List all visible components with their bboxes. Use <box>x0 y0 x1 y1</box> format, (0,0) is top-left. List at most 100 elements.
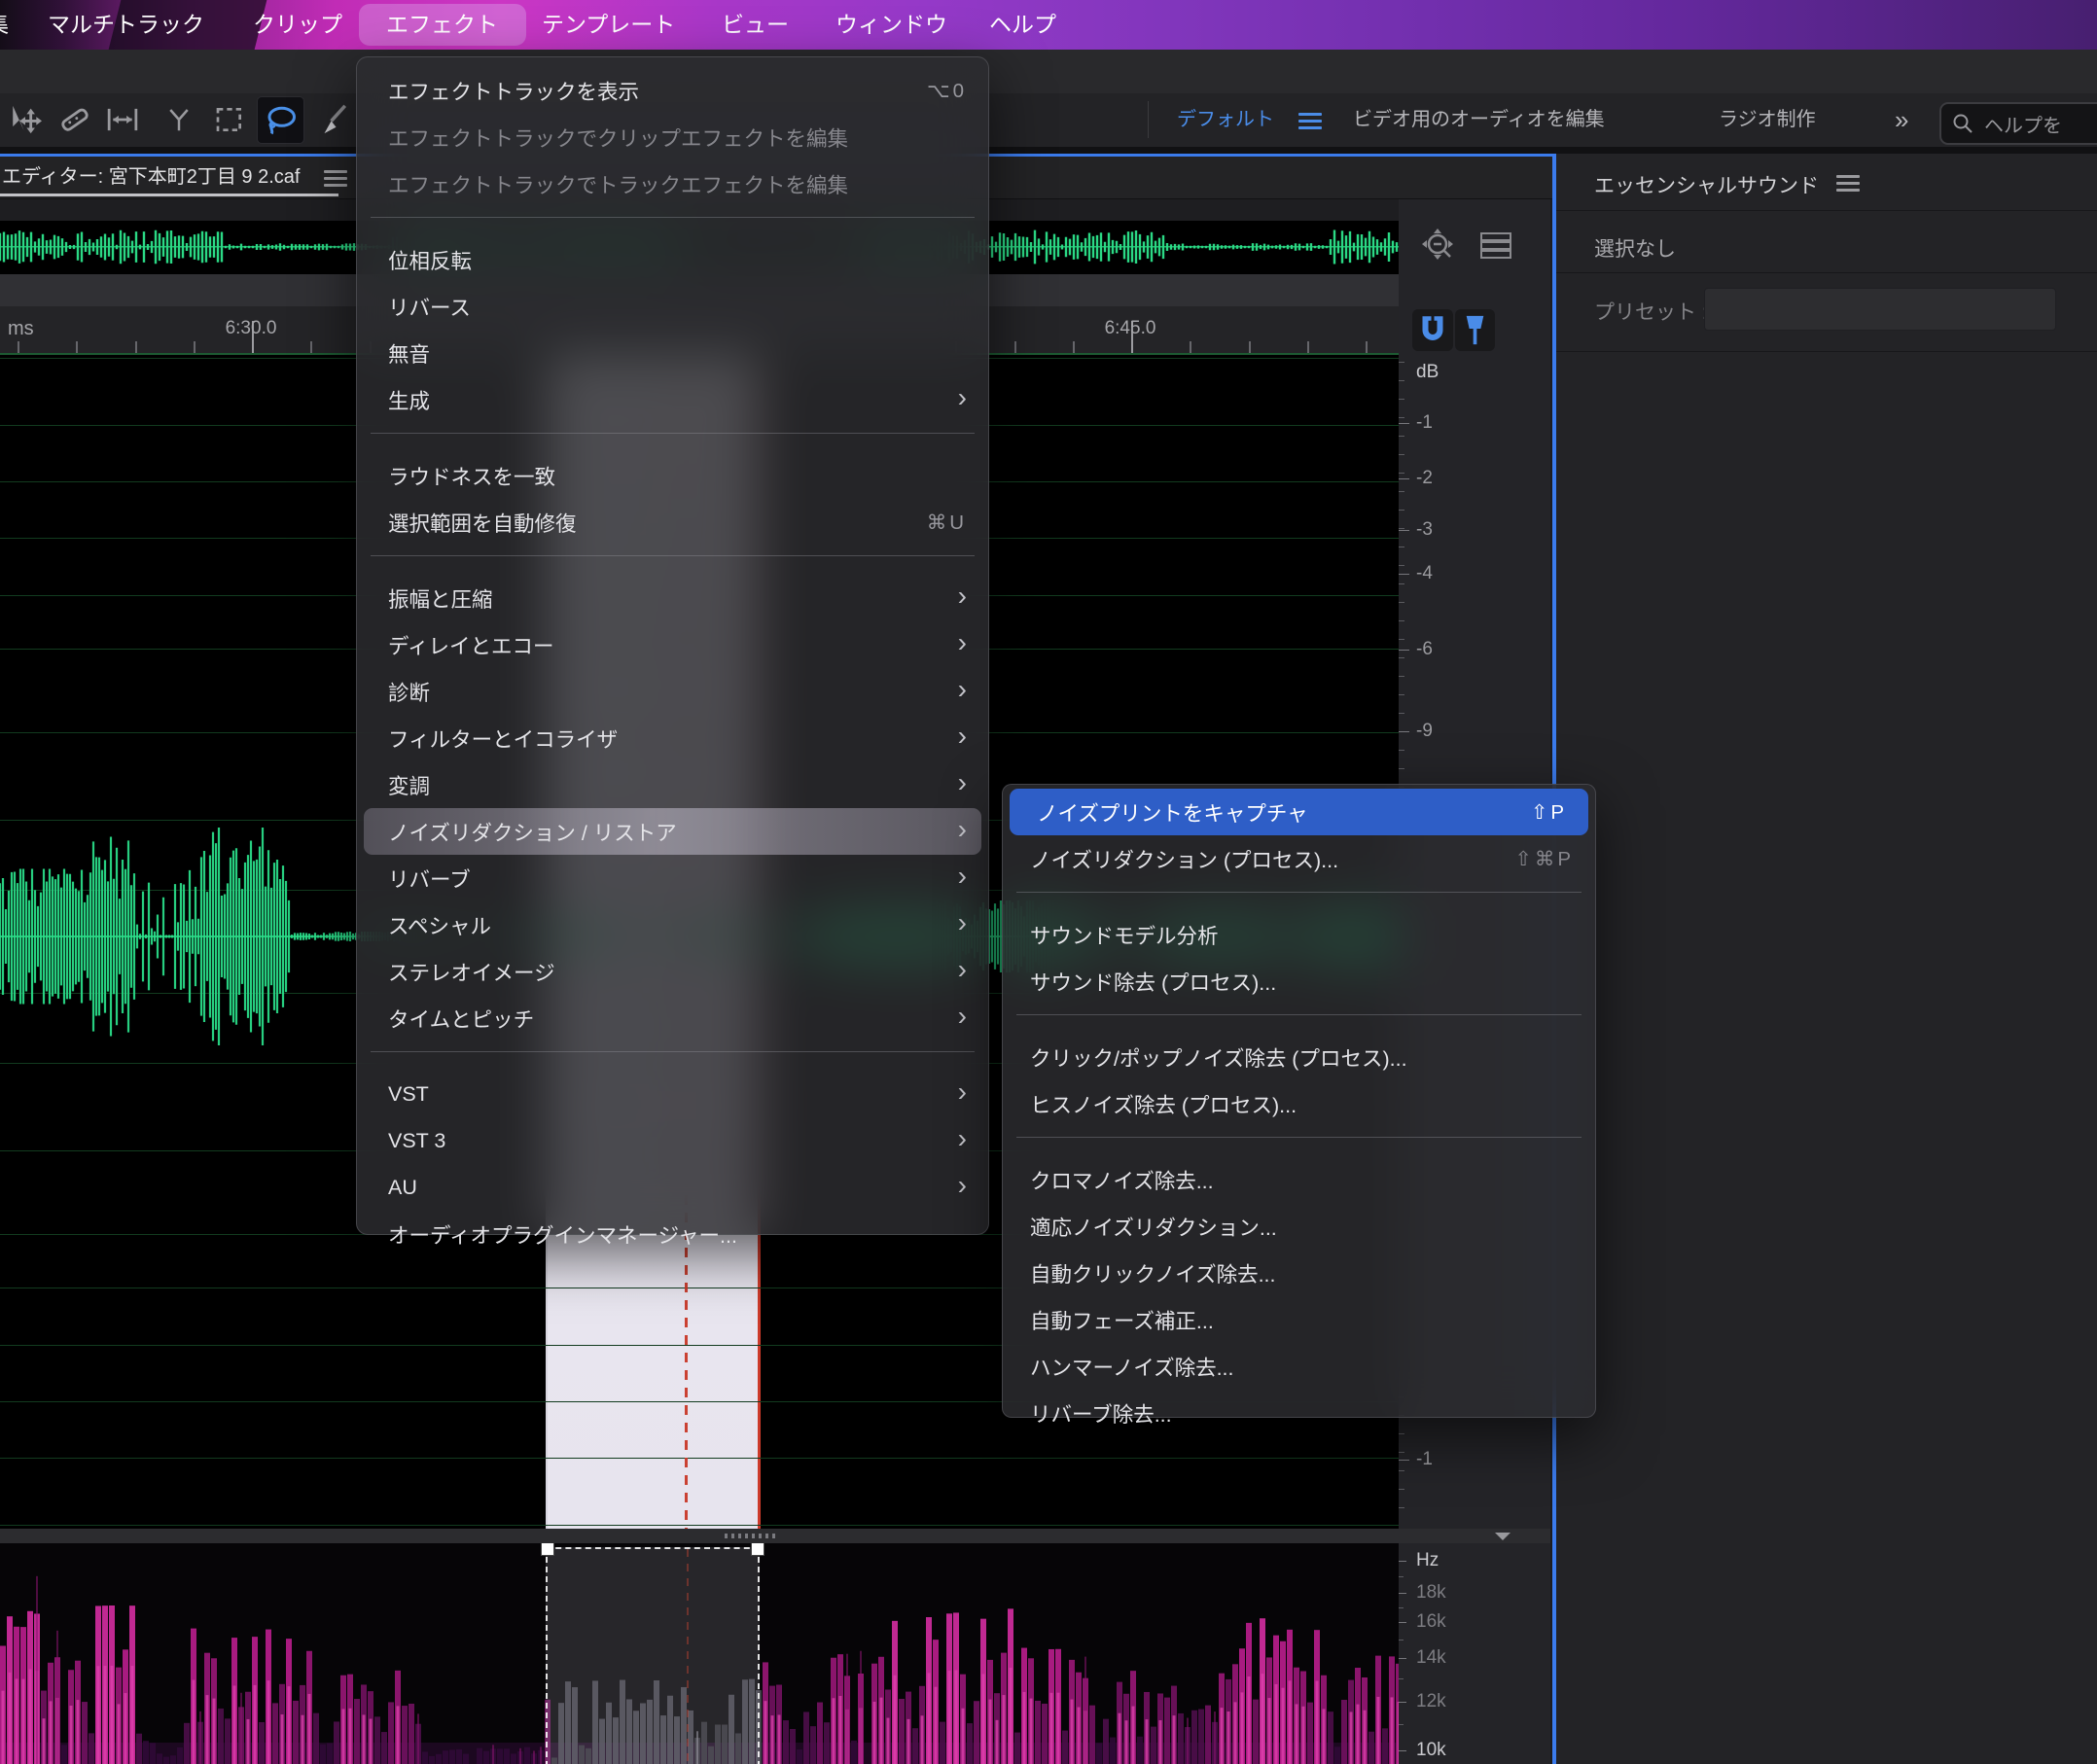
menu-item-shortcut: ⌥0 <box>927 79 967 103</box>
menu-item-label: 無音 <box>388 338 430 369</box>
noise-submenu-item-10[interactable]: 適応ノイズリダクション... <box>1003 1203 1595 1250</box>
effects-menu-item-9[interactable]: ラウドネスを一致 <box>357 452 988 499</box>
menu-item-label: ヒスノイズ除去 (プロセス)... <box>1030 1089 1297 1119</box>
effects-menu-item-17[interactable]: ノイズリダクション / リストア› <box>364 808 981 855</box>
noise-submenu-item-4[interactable]: サウンド除去 (プロセス)... <box>1003 958 1595 1005</box>
workspace-menu-icon[interactable] <box>1298 113 1322 129</box>
slip-tool-button[interactable] <box>99 96 145 142</box>
menu-item-label: クロマノイズ除去... <box>1030 1165 1214 1195</box>
effects-menu-item-4[interactable]: 位相反転 <box>357 236 988 283</box>
selection-handle[interactable] <box>541 1543 554 1556</box>
preset-dropdown[interactable] <box>1704 288 2056 331</box>
menubar-item-5[interactable]: ビュー <box>722 0 789 50</box>
effects-menu-item-5[interactable]: リバース <box>357 283 988 330</box>
ruler-tick <box>310 341 312 353</box>
submenu-arrow-icon: › <box>958 769 967 796</box>
workspace-tab-default[interactable]: デフォルト <box>1177 93 1274 147</box>
noise-submenu-item-7[interactable]: ヒスノイズ除去 (プロセス)... <box>1003 1080 1595 1127</box>
scale-tick <box>1399 750 1404 751</box>
effects-menu-item-24[interactable]: VST 3› <box>357 1117 988 1164</box>
noise-submenu-item-1[interactable]: ノイズリダクション (プロセス)...⇧⌘P <box>1003 835 1595 882</box>
noise-submenu-item-12[interactable]: 自動フェーズ補正... <box>1003 1296 1595 1343</box>
menu-separator <box>357 1051 988 1071</box>
effects-menu-item-12[interactable]: 振幅と圧縮› <box>357 575 988 621</box>
menubar-item-7[interactable]: ヘルプ <box>989 0 1056 50</box>
menubar-item-0[interactable]: 集 <box>0 0 9 50</box>
selection-status: 選択なし <box>1594 233 1676 263</box>
selection-handle[interactable] <box>751 1543 764 1556</box>
effects-menu-item-0[interactable]: エフェクトトラックを表示⌥0 <box>357 67 988 114</box>
effects-menu-item-23[interactable]: VST› <box>357 1071 988 1117</box>
db-scale-label: -6 <box>1416 639 1433 660</box>
effects-menu-item-10[interactable]: 選択範囲を自動修復⌘U <box>357 499 988 546</box>
marquee-selection-tool-button[interactable] <box>206 96 252 142</box>
marker-tool-button[interactable] <box>156 96 201 142</box>
scale-tick <box>1399 478 1409 479</box>
splitter-collapse-icon[interactable] <box>1495 1533 1511 1540</box>
effects-menu-item-18[interactable]: リバーブ› <box>357 855 988 901</box>
effects-menu-item-7[interactable]: 生成› <box>357 376 988 423</box>
spectral-frequency-display[interactable] <box>0 1543 1399 1764</box>
db-scale-label: -2 <box>1416 468 1433 489</box>
marker-button[interactable] <box>1455 309 1495 351</box>
effects-menu-item-25[interactable]: AU› <box>357 1164 988 1211</box>
noise-submenu-item-14[interactable]: リバーブ除去... <box>1003 1390 1595 1436</box>
effects-menu-item-16[interactable]: 変調› <box>357 761 988 808</box>
noise-submenu-item-9[interactable]: クロマノイズ除去... <box>1003 1156 1595 1203</box>
splitter-grip[interactable] <box>725 1534 779 1538</box>
move-tool-button[interactable] <box>2 96 48 142</box>
essential-sound-menu-icon[interactable] <box>1836 175 1860 192</box>
workspace-tab-edit-audio-for-video[interactable]: ビデオ用のオーディオを編集 <box>1353 93 1605 147</box>
effects-menu-item-14[interactable]: 診断› <box>357 668 988 715</box>
menubar-item-6[interactable]: ウィンドウ <box>835 0 947 50</box>
lasso-selection-tool-button[interactable] <box>257 96 304 144</box>
panel-menu-icon[interactable] <box>324 170 347 187</box>
menu-item-shortcut: ⇧P <box>1531 800 1567 825</box>
snap-toggle-button[interactable] <box>1412 309 1453 351</box>
effects-menu-item-19[interactable]: スペシャル› <box>357 901 988 948</box>
workspace-tab-radio-production[interactable]: ラジオ制作 <box>1719 93 1816 147</box>
noise-submenu-item-11[interactable]: 自動クリックノイズ除去... <box>1003 1250 1595 1296</box>
slip-tool-icon <box>105 103 140 136</box>
workspace-overflow-chevron-icon[interactable]: » <box>1895 93 1908 147</box>
spot-healing-brush-tool-button[interactable] <box>309 96 355 142</box>
help-search-input[interactable]: ヘルプを <box>1939 102 2097 145</box>
noise-submenu-item-6[interactable]: クリック/ポップノイズ除去 (プロセス)... <box>1003 1034 1595 1080</box>
menubar-item-1[interactable]: マルチトラック <box>48 0 204 50</box>
noise-submenu-item-0[interactable]: ノイズプリントをキャプチャ⇧P <box>1010 789 1588 835</box>
playhead-cti-spectral <box>687 1549 689 1764</box>
menu-item-label: クリック/ポップノイズ除去 (プロセス)... <box>1030 1042 1407 1073</box>
submenu-arrow-icon: › <box>958 1172 967 1199</box>
ruler-tick <box>194 341 195 353</box>
track-list-icon[interactable] <box>1479 231 1514 261</box>
menubar-item-3[interactable]: エフェクト <box>386 0 498 50</box>
menu-item-label: 選択範囲を自動修復 <box>388 508 577 538</box>
spectral-selection-box[interactable] <box>546 1547 760 1764</box>
effects-menu-item-13[interactable]: ディレイとエコー› <box>357 621 988 668</box>
effects-menu-item-15[interactable]: フィルターとイコライザ› <box>357 715 988 761</box>
editor-tab[interactable]: エディター: 宮下本町2丁目 9 2.caf <box>2 157 300 197</box>
noise-submenu-item-3[interactable]: サウンドモデル分析 <box>1003 911 1595 958</box>
menu-item-label: スペシャル <box>388 910 491 940</box>
noise-submenu-item-13[interactable]: ハンマーノイズ除去... <box>1003 1343 1595 1390</box>
menubar-item-2[interactable]: クリップ <box>253 0 342 50</box>
view-splitter[interactable] <box>0 1529 1550 1543</box>
menu-item-label: VST <box>388 1082 429 1107</box>
effects-menu-item-6[interactable]: 無音 <box>357 330 988 376</box>
scale-tick <box>1399 1460 1409 1461</box>
panel-separator <box>1556 272 2097 273</box>
menubar-item-4[interactable]: テンプレート <box>542 0 675 50</box>
effects-menu-item-20[interactable]: ステレオイメージ› <box>357 948 988 995</box>
zoom-navigate-icon[interactable] <box>1418 227 1461 265</box>
effects-menu-item-21[interactable]: タイムとピッチ› <box>357 995 988 1041</box>
effects-menu-item-26[interactable]: オーディオプラグインマネージャー... <box>357 1211 988 1257</box>
scale-tick <box>1399 1607 1404 1608</box>
menu-item-label: リバース <box>388 292 471 322</box>
scale-tick <box>1399 1678 1404 1679</box>
menu-separator <box>357 217 988 236</box>
razor-tool-button[interactable] <box>51 96 96 142</box>
razor-tool-icon <box>57 103 90 136</box>
menubar: 集マルチトラッククリップエフェクトテンプレートビューウィンドウヘルプ <box>0 0 2097 50</box>
db-scale-title: dB <box>1416 362 1439 383</box>
search-icon <box>1951 112 1974 135</box>
